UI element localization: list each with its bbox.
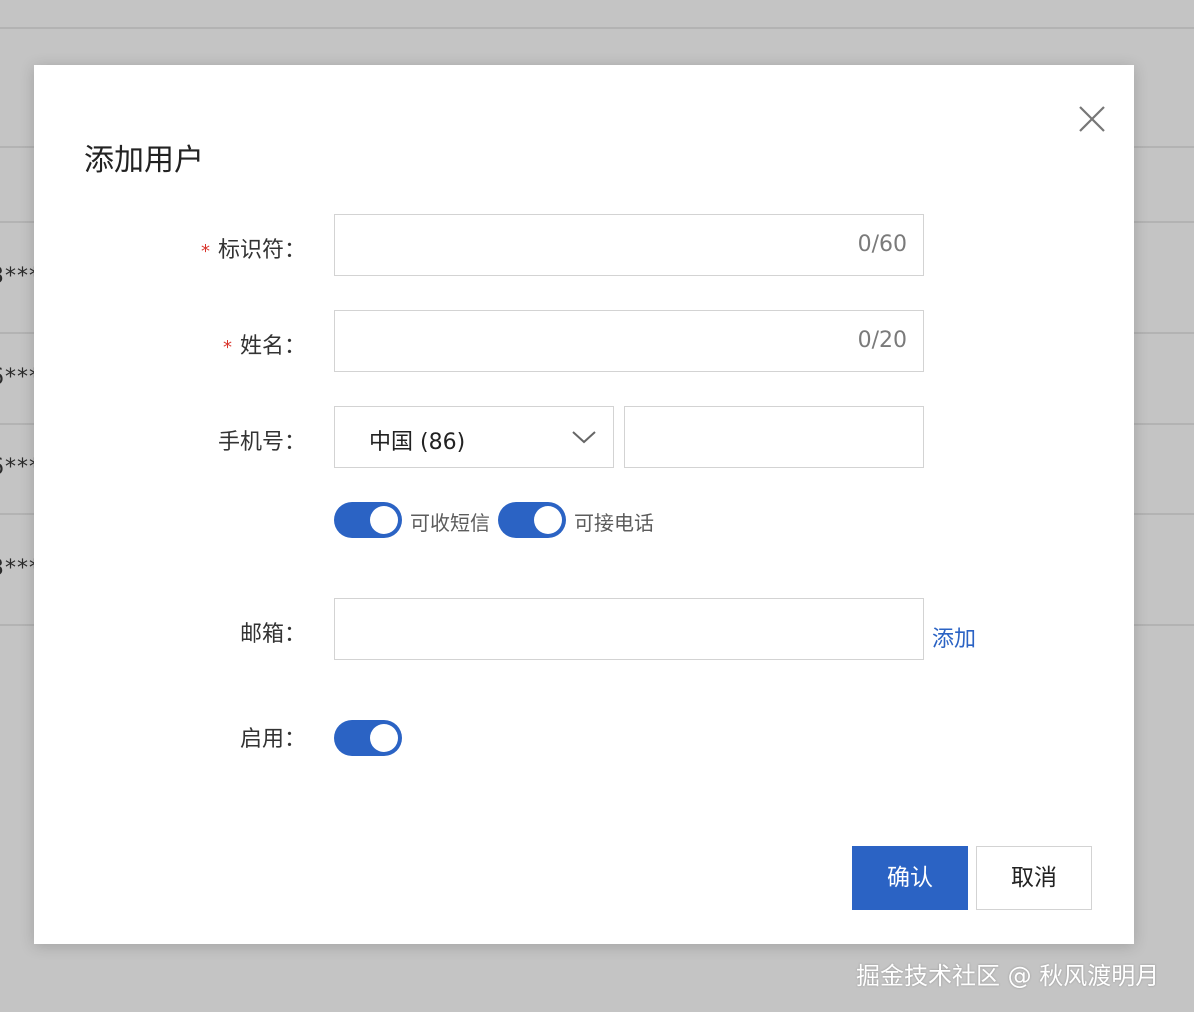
country-code-select[interactable]: 中国 (86) <box>334 406 614 468</box>
country-code-value: 中国 (86) <box>369 430 466 455</box>
background-divider <box>0 27 1194 29</box>
toggle-knob <box>370 724 398 752</box>
identifier-input[interactable]: 0/60 <box>334 214 924 276</box>
identifier-label-text: 标识符： <box>217 238 306 263</box>
sms-toggle[interactable] <box>334 502 402 538</box>
identifier-label: * 标识符： <box>34 232 306 264</box>
required-mark: * <box>222 337 232 358</box>
call-toggle-label: 可接电话 <box>574 511 654 535</box>
enabled-toggle[interactable] <box>334 720 402 756</box>
sms-toggle-label: 可收短信 <box>410 511 490 535</box>
phone-label: 手机号： <box>217 430 306 455</box>
close-button[interactable] <box>1074 101 1110 137</box>
email-label: 邮箱： <box>239 622 306 647</box>
add-user-dialog: 添加用户 * 标识符： 0/60 * 姓名： 0/20 手机号： 中国 (86) 可… <box>34 65 1134 944</box>
call-toggle[interactable] <box>498 502 566 538</box>
close-icon <box>1079 106 1105 132</box>
email-input[interactable] <box>334 598 924 660</box>
enabled-label: 启用： <box>239 727 306 752</box>
toggle-knob <box>370 506 398 534</box>
name-input[interactable]: 0/20 <box>334 310 924 372</box>
phone-number-input[interactable] <box>624 406 924 468</box>
identifier-char-counter: 0/60 <box>857 232 907 257</box>
dialog-title: 添加用户 <box>84 143 204 178</box>
name-char-counter: 0/20 <box>857 328 907 353</box>
toggle-knob <box>534 506 562 534</box>
add-email-link[interactable]: 添加 <box>932 621 976 653</box>
confirm-button[interactable]: 确认 <box>852 846 968 910</box>
cancel-button[interactable]: 取消 <box>976 846 1092 910</box>
required-mark: * <box>200 241 210 262</box>
name-label: * 姓名： <box>34 328 306 360</box>
name-label-text: 姓名： <box>239 334 306 359</box>
watermark: 掘金技术社区 @ 秋风渡明月 <box>856 962 1160 990</box>
chevron-down-icon <box>572 431 596 444</box>
